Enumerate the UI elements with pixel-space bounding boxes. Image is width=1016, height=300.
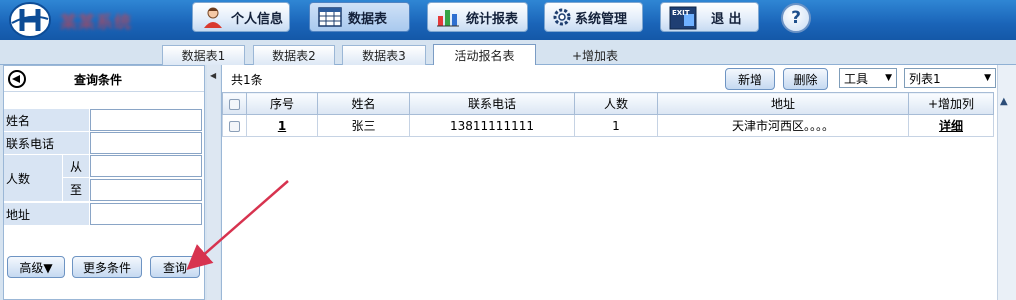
query-panel-title: 查询条件 [74,73,123,87]
chevron-down-icon: ▼ [984,73,991,83]
name-input[interactable] [90,109,202,131]
table-tab-bar: 数据表1 数据表2 数据表3 活动报名表 +增加表 [0,40,1016,65]
phone-label: 联系电话 [4,132,89,154]
delete-button[interactable]: 删除 [783,68,828,90]
nav-profile-label: 个人信息 [231,11,284,27]
column-header-name[interactable]: 姓名 [317,92,410,115]
tools-select-value: 工具 [844,71,869,86]
view-select-value: 列表1 [909,71,941,86]
add-column-button[interactable]: +增加列 [908,92,994,115]
tab-event-registration[interactable]: 活动报名表 [433,44,536,65]
nav-exit-label: 退 出 [711,11,742,27]
exit-badge: EXIT [672,9,690,17]
table-icon [318,6,342,28]
column-header-count[interactable]: 人数 [574,92,658,115]
name-label: 姓名 [4,109,89,131]
query-panel: 查询条件 姓名 联系电话 人数 从 至 地址 高级▼ 更多条件 查询 [3,65,205,300]
add-button[interactable]: 新增 [725,68,775,90]
column-header-phone[interactable]: 联系电话 [409,92,575,115]
tools-select[interactable]: 工具 ▼ [839,68,897,88]
count-from-label: 从 [63,155,89,177]
search-button[interactable]: 查询 [150,256,200,278]
nav-datatable-label: 数据表 [348,11,388,27]
row-select-cell [222,114,247,137]
row-checkbox[interactable] [229,120,240,132]
nav-datatable-button[interactable]: 数据表 [309,2,410,32]
detail-link[interactable]: 详细 [939,119,963,133]
help-icon: ? [791,8,801,28]
cell-name: 张三 [317,114,410,137]
nav-report-label: 统计报表 [466,11,519,27]
nav-exit-button[interactable]: EXIT 退 出 [660,2,759,32]
view-select[interactable]: 列表1 ▼ [904,68,996,88]
nav-profile-button[interactable]: 个人信息 [192,2,290,32]
cell-count: 1 [574,114,658,137]
data-grid-area: 共1条 新增 删除 工具 ▼ 列表1 ▼ 序号 姓名 联系电话 人数 地址 +增… [221,65,1016,300]
record-count: 共1条 [231,73,263,87]
address-input[interactable] [90,203,202,225]
count-from-input[interactable] [90,155,202,177]
tab-add-table[interactable]: +增加表 [560,45,630,65]
count-to-input[interactable] [90,179,202,201]
gear-icon [553,6,571,28]
panel-splitter[interactable]: ◀ [207,65,220,300]
scroll-up-icon[interactable]: ▲ [1000,96,1008,107]
app-title: 某某系统 [60,13,132,33]
phone-input[interactable] [90,132,202,154]
cell-phone: 13811111111 [409,114,575,137]
address-label: 地址 [4,203,89,225]
column-header-index[interactable]: 序号 [246,92,318,115]
app-logo-icon [9,2,51,38]
help-button[interactable]: ? [781,3,811,33]
advanced-button[interactable]: 高级▼ [7,256,65,278]
nav-system-button[interactable]: 系统管理 [544,2,643,32]
tab-datatable-2[interactable]: 数据表2 [253,45,335,65]
chevron-down-icon: ▼ [885,73,892,83]
cell-action: 详细 [908,114,994,137]
tab-datatable-3[interactable]: 数据表3 [342,45,426,65]
more-conditions-button[interactable]: 更多条件 [72,256,142,278]
column-header-address[interactable]: 地址 [657,92,909,115]
top-navigation-bar: 某某系统 个人信息 数据表 统计报表 系统管理 EXIT 退 出 ? [0,0,1016,40]
select-all-checkbox[interactable] [229,98,240,110]
row-index-link[interactable]: 1 [278,119,286,133]
data-table: 序号 姓名 联系电话 人数 地址 +增加列 1 张三 13811111111 1… [222,92,994,137]
bar-chart-icon [436,6,460,28]
exit-icon: EXIT [669,6,697,30]
nav-system-label: 系统管理 [575,11,628,27]
table-row[interactable]: 1 张三 13811111111 1 天津市河西区。。。。 详细 [222,114,994,137]
tab-datatable-1[interactable]: 数据表1 [162,45,245,65]
cell-index: 1 [246,114,318,137]
collapse-arrow-icon: ◀ [210,71,217,80]
collapse-left-icon[interactable] [8,70,26,88]
person-icon [201,6,225,28]
nav-report-button[interactable]: 统计报表 [427,2,528,32]
query-panel-header: 查询条件 [4,66,204,92]
count-label: 人数 [4,155,62,201]
cell-address: 天津市河西区。。。。 [657,114,909,137]
table-header-row: 序号 姓名 联系电话 人数 地址 +增加列 [222,92,994,115]
count-to-label: 至 [63,178,89,201]
select-all-cell [222,92,247,115]
